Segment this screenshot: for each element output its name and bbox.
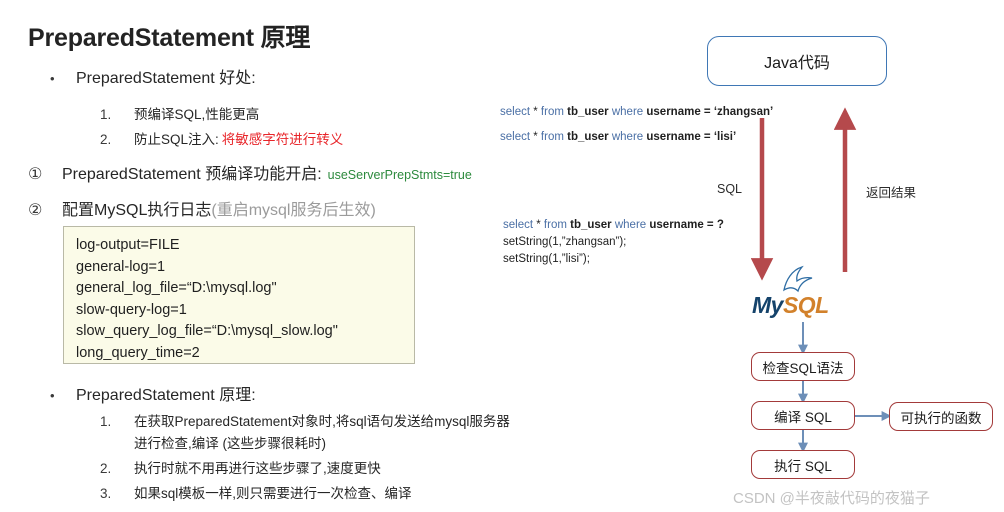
list-item-benefit-2: 2. 防止SQL注入: 将敏感字符进行转义 — [100, 128, 343, 148]
bullet-preparedstatement-benefits: • PreparedStatement 好处: — [50, 64, 256, 88]
sql-star: * — [530, 106, 541, 118]
bullet-label: PreparedStatement 原理: — [76, 387, 256, 404]
numbered-item-1-label: PreparedStatement 预编译功能开启: — [62, 166, 322, 183]
sql-statements-top: select * from tb_user where username = ‘… — [500, 100, 773, 150]
sql-line-1: select * from tb_user where username = ‘… — [500, 100, 773, 125]
sql-star: * — [530, 131, 541, 143]
list-item-label-continued: 进行检查,编译 (这些步骤很耗时) — [134, 436, 326, 451]
arrow-label-return-result: 返回结果 — [866, 186, 917, 200]
circled-number-1: ① — [28, 166, 43, 183]
list-item-principle-1-cont: 进行检查,编译 (这些步骤很耗时) — [134, 432, 326, 452]
mysql-wordmark-my: My — [752, 292, 783, 318]
numbered-item-2: ② 配置MySQL执行日志 (重启mysql服务后生效) — [28, 196, 376, 220]
sql-keyword: from — [540, 131, 564, 143]
sql-statements-bottom: select * from tb_user where username = ?… — [503, 217, 724, 268]
flow-box-label: 编译 SQL — [774, 409, 832, 425]
flow-box-execute-sql: 执行 SQL — [751, 450, 855, 479]
mysql-logo: MySQL — [752, 265, 844, 320]
list-number: 2. — [100, 461, 112, 476]
arrow-label-sql: SQL — [717, 182, 743, 196]
list-item-benefit-1: 1. 预编译SQL,性能更高 — [100, 103, 259, 123]
sql-placeholder: username = ? — [646, 219, 724, 231]
numbered-item-1: ① PreparedStatement 预编译功能开启: useServerPr… — [28, 160, 472, 184]
bullet-preparedstatement-principle: • PreparedStatement 原理: — [50, 381, 256, 405]
code-line: general_log_file=“D:\mysql.log" — [76, 280, 277, 296]
mysql-dolphin-icon — [783, 265, 813, 293]
list-item-label: 在获取PreparedStatement对象时,将sql语句发送给mysql服务… — [134, 414, 510, 429]
list-item-label: 预编译SQL,性能更高 — [134, 107, 260, 122]
sql-table: tb_user — [566, 219, 615, 231]
list-number: 1. — [100, 107, 112, 122]
setstring-line-2: setString(1,”lisi”); — [503, 253, 590, 265]
bullet-marker: • — [50, 388, 55, 403]
mysql-wordmark: MySQL — [752, 292, 829, 319]
sql-keyword: from — [543, 219, 567, 231]
sql-line-2: select * from tb_user where username = ‘… — [500, 125, 773, 150]
code-line: general-log=1 — [76, 258, 166, 275]
sql-keyword: select — [503, 219, 534, 231]
java-code-box: Java代码 — [707, 36, 887, 86]
list-number: 1. — [100, 414, 112, 429]
sql-keyword: select — [500, 106, 531, 118]
flow-box-check-sql-syntax: 检查SQL语法 — [751, 352, 855, 381]
code-line: log-output=FILE — [76, 237, 180, 253]
sql-template-line: select * from tb_user where username = ? — [503, 217, 724, 234]
bullet-label: PreparedStatement 好处: — [76, 70, 256, 87]
sql-keyword: where — [614, 219, 647, 231]
sql-keyword: from — [540, 106, 564, 118]
numbered-item-2-note: (重启mysql服务后生效) — [211, 202, 376, 219]
circled-number-2: ② — [28, 202, 43, 219]
list-item-highlight: 将敏感字符进行转义 — [221, 132, 344, 147]
sql-table: tb_user — [563, 131, 612, 143]
code-line: slow-query-log=1 — [76, 301, 187, 318]
code-line: slow_query_log_file=“D:\mysql_slow.log" — [76, 323, 338, 339]
sql-star: * — [533, 219, 544, 231]
list-item-label: 如果sql模板一样,则只需要进行一次检查、编译 — [134, 486, 412, 501]
list-item-label: 防止SQL注入: — [134, 132, 219, 147]
list-item-principle-1: 1. 在获取PreparedStatement对象时,将sql语句发送给mysq… — [100, 410, 510, 430]
sql-keyword: where — [611, 131, 644, 143]
flow-box-label: 执行 SQL — [774, 458, 832, 474]
mysql-config-codebox: log-output=FILE general-log=1 general_lo… — [63, 226, 415, 364]
slide-canvas: PreparedStatement 原理 • PreparedStatement… — [0, 0, 1004, 512]
flow-box-compile-sql: 编译 SQL — [751, 401, 855, 430]
sql-keyword: select — [500, 131, 531, 143]
bullet-marker: • — [50, 71, 55, 86]
flow-box-executable-function: 可执行的函数 — [889, 402, 993, 431]
sql-condition: username = ‘lisi’ — [643, 131, 737, 143]
page-title: PreparedStatement 原理 — [28, 24, 311, 52]
code-line: long_query_time=2 — [76, 344, 200, 361]
list-item-principle-2: 2. 执行时就不用再进行这些步骤了,速度更快 — [100, 457, 381, 477]
list-item-label: 执行时就不用再进行这些步骤了,速度更快 — [134, 461, 381, 476]
csdn-watermark: CSDN @半夜敲代码的夜猫子 — [733, 490, 930, 507]
numbered-item-1-code: useServerPrepStmts=true — [327, 168, 472, 182]
list-number: 3. — [100, 486, 112, 501]
flow-box-label: 检查SQL语法 — [762, 360, 844, 376]
list-item-principle-3: 3. 如果sql模板一样,则只需要进行一次检查、编译 — [100, 482, 412, 502]
flow-box-label: 可执行的函数 — [900, 410, 982, 426]
sql-table: tb_user — [563, 106, 612, 118]
setstring-line-1: setString(1,”zhangsan”); — [503, 236, 627, 248]
sql-keyword: where — [611, 106, 644, 118]
mysql-wordmark-sql: SQL — [782, 292, 829, 318]
list-number: 2. — [100, 132, 112, 147]
sql-condition: username = ‘zhangsan’ — [643, 106, 774, 118]
java-code-box-label: Java代码 — [764, 55, 830, 72]
numbered-item-2-label: 配置MySQL执行日志 — [62, 202, 212, 219]
